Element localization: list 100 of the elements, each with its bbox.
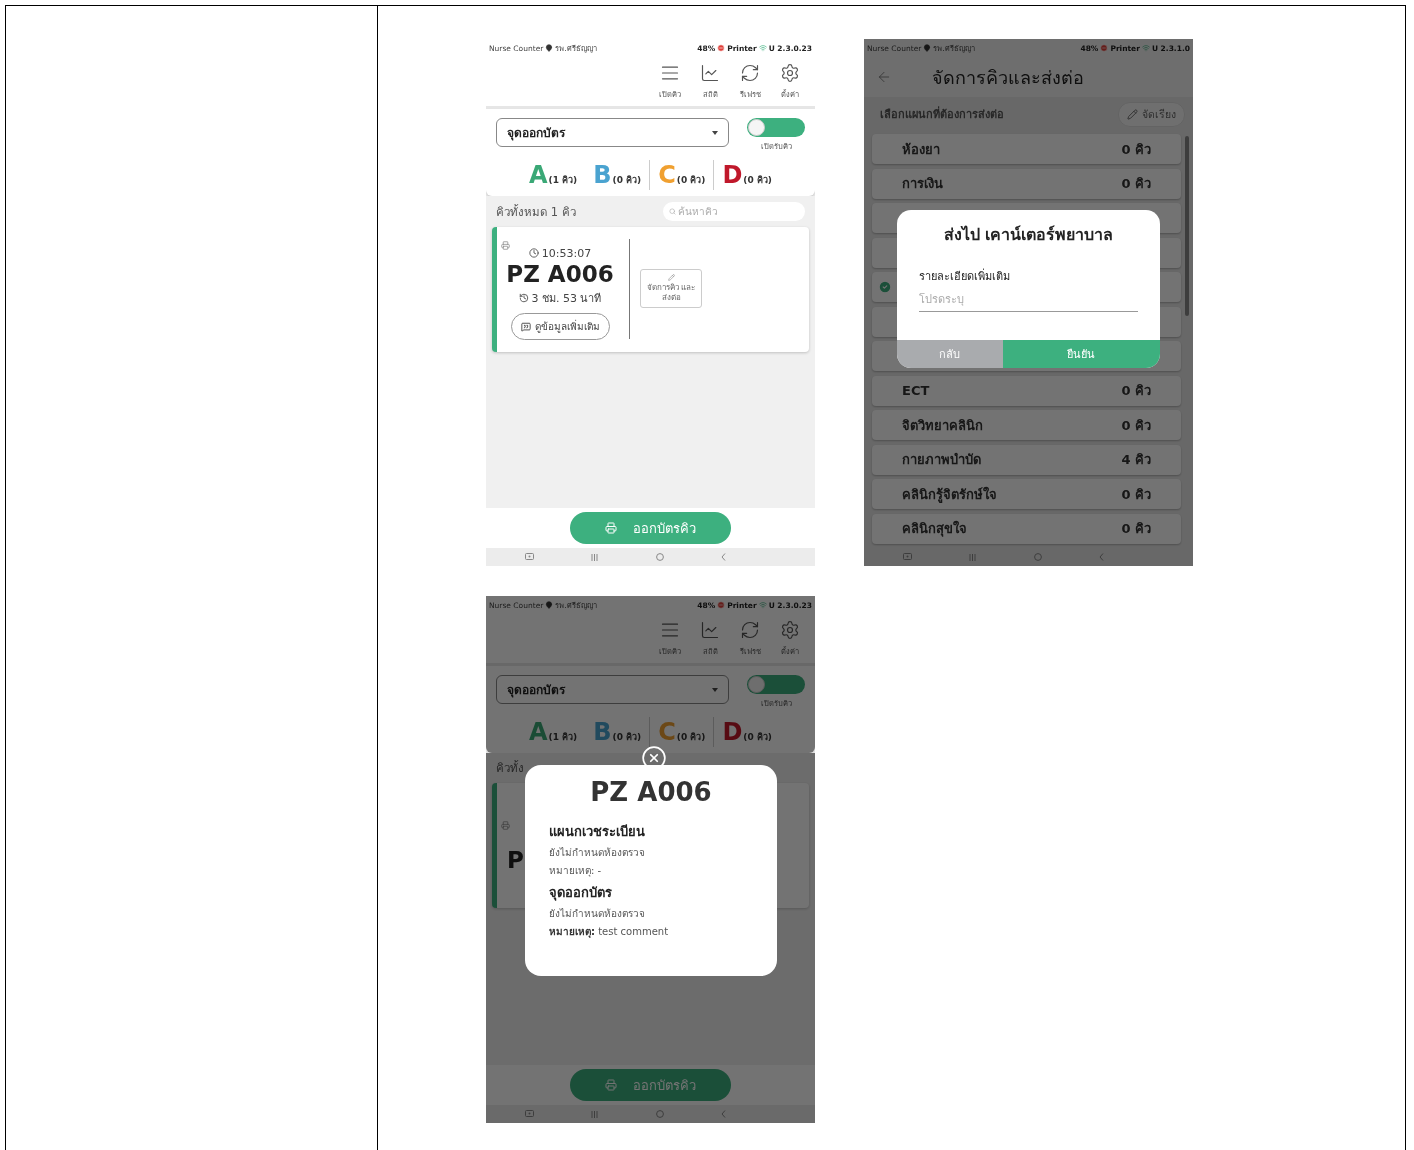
manage-queue-button[interactable]: จัดการคิว และส่งต่อ [640, 268, 702, 309]
queue-count: (0 คิว) [743, 174, 772, 187]
dropdown-caret-icon [712, 130, 718, 135]
department-name: คลินิกสุขใจ [902, 519, 968, 539]
sort-button[interactable]: จัดเรียง [1118, 101, 1185, 127]
intake-toggle[interactable] [747, 118, 805, 137]
history-icon [518, 293, 529, 304]
recents-icon[interactable] [591, 553, 599, 561]
modal-title: PZ A006 [589, 777, 713, 807]
department-heading: จุดออกบัตร [549, 884, 613, 903]
department-row[interactable]: ECT 0 คิว [872, 375, 1181, 406]
search-icon [669, 208, 676, 215]
department-row[interactable]: การเงิน 0 คิว [872, 168, 1181, 199]
back-icon[interactable] [721, 553, 727, 561]
queue-count: (0 คิว) [676, 174, 706, 187]
room-status: ยังไม่กำหนดห้องตรวจ [549, 907, 646, 921]
printer-icon [605, 522, 617, 534]
department-count: 0 คิว [1121, 520, 1151, 538]
department-count: 0 คิว [1121, 140, 1151, 159]
department-name: ห้องยา [902, 140, 941, 159]
confirm-button[interactable]: ยืนยัน [1002, 340, 1160, 368]
dropdown-caret-icon [712, 687, 718, 692]
clock-icon [528, 248, 539, 259]
recents-icon[interactable] [969, 553, 977, 561]
department-name: กายภาพบำบัด [902, 451, 982, 469]
department-row[interactable]: จิตวิทยาคลินิก 0 คิว [872, 410, 1181, 440]
refresh-icon [740, 63, 760, 83]
screenshot-icon [902, 553, 912, 561]
queue-letter: B [593, 160, 612, 190]
wifi-icon [1141, 44, 1150, 52]
ticket-icon [501, 240, 510, 250]
department-row[interactable]: ห้องยา 0 คิว [872, 134, 1181, 164]
queue-letter: A [529, 160, 548, 190]
wifi-icon [758, 44, 767, 52]
wait-time: 3 ชม. 53 นาที [531, 291, 602, 308]
department-row[interactable]: คลินิกสุขใจ 0 คิว [872, 513, 1181, 544]
details-button[interactable]: ดูข้อมูลเพิ่มเติม [510, 313, 610, 341]
screenshot-icon [524, 553, 534, 561]
queue-total: คิวทั้ง [496, 759, 524, 777]
department-count: 4 คิว [1121, 451, 1151, 469]
screenshot-icon [524, 1110, 534, 1118]
department-count: 0 คิว [1121, 175, 1151, 193]
queue-count: (1 คิว) [548, 174, 578, 187]
intake-toggle[interactable] [747, 675, 805, 694]
home-icon[interactable] [1033, 553, 1042, 561]
queue-count: (0 คิว) [676, 731, 706, 744]
station-dropdown[interactable]: จุดออกบัตร [496, 675, 729, 704]
note-text: หมายเหตุ: - [549, 864, 603, 878]
queue-letter: C [658, 717, 676, 747]
queue-count: (1 คิว) [548, 731, 578, 744]
location-pin-icon [923, 44, 932, 52]
back-icon[interactable] [721, 1110, 727, 1118]
queue-count: (0 คิว) [743, 731, 772, 744]
issue-time: 10:53:07 [541, 246, 592, 260]
printer-status-icon [717, 44, 726, 52]
home-icon[interactable] [655, 1110, 664, 1118]
line-chart-icon [700, 63, 720, 83]
ticket-icon [501, 820, 510, 830]
details-input[interactable]: โปรดระบุ [919, 291, 1138, 312]
pencil-icon [667, 273, 675, 281]
home-icon[interactable] [655, 553, 664, 561]
printer-status-icon [1100, 44, 1109, 52]
cancel-button[interactable]: กลับ [897, 340, 1003, 368]
pencil-icon [1127, 108, 1138, 120]
department-name: คลินิกรู้จิตรักษ์ใจ [902, 485, 998, 505]
queue-number: P [507, 846, 524, 873]
queue-number: PZ A006 [506, 261, 614, 288]
issue-ticket-button[interactable]: ออกบัตรคิว [570, 512, 731, 544]
queue-letter: C [658, 160, 676, 190]
department-count: 0 คิว [1121, 416, 1151, 435]
printer-icon [605, 1079, 617, 1091]
queue-letter: D [722, 717, 743, 747]
refresh-icon [740, 620, 760, 640]
queue-letter: D [722, 160, 743, 190]
station-dropdown[interactable]: จุดออกบัตร [496, 118, 729, 147]
department-row[interactable]: คลินิกรู้จิตรักษ์ใจ 0 คิว [872, 479, 1181, 509]
back-icon[interactable] [1099, 553, 1105, 561]
location-pin-icon [545, 601, 554, 609]
queue-letter: B [593, 717, 612, 747]
queue-letter: A [529, 717, 548, 747]
department-count: 0 คิว [1121, 485, 1151, 504]
department-heading: แผนกเวชระเบียน [549, 823, 646, 841]
issue-ticket-button[interactable]: ออกบัตรคิว [570, 1069, 731, 1101]
room-status: ยังไม่กำหนดห้องตรวจ [549, 846, 646, 860]
wifi-icon [758, 601, 767, 609]
department-count: 0 คิว [1121, 382, 1151, 400]
settings-icon [780, 620, 800, 640]
department-row[interactable]: กายภาพบำบัด 4 คิว [872, 444, 1181, 475]
recents-icon[interactable] [591, 1110, 599, 1118]
section-label: เลือกแผนกที่ต้องการส่งต่อ [880, 105, 1004, 123]
field-label: รายละเอียดเพิ่มเติม [919, 267, 1010, 285]
queue-count: (0 คิว) [612, 731, 642, 744]
search-field[interactable]: ค้นหาคิว [663, 202, 805, 221]
note-text: หมายเหตุ: test comment [549, 925, 670, 939]
check-icon [878, 280, 892, 294]
printer-status-icon [717, 601, 726, 609]
department-name: จิตวิทยาคลินิก [902, 416, 984, 435]
settings-icon [780, 63, 800, 83]
department-name: การเงิน [902, 175, 944, 193]
queue-total: คิวทั้งหมด 1 คิว [496, 203, 576, 221]
